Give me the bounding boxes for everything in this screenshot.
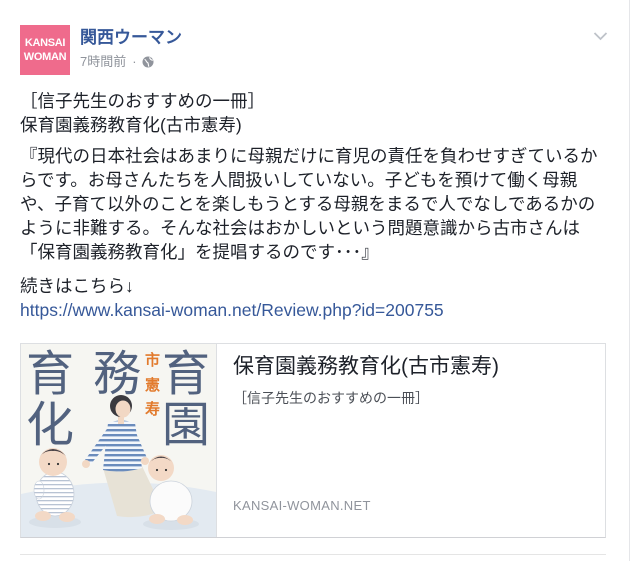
cover-author-glyph: 憲 xyxy=(144,376,160,394)
baby-left-leg xyxy=(35,511,51,521)
post-message: ［信子先生のおすすめの一冊］ 保育園義務教育化(古市憲寿) 『現代の日本社会はあ… xyxy=(20,89,620,322)
post-text-line: ように非難する。そんな社会はおかしいという問題意識から古市さんは xyxy=(20,218,580,238)
review-link[interactable]: https://www.kansai-woman.net/Review.php?… xyxy=(20,300,444,320)
post-text-line: らです。お母さんたちを人間扱いしていない。子どもを預けて働く母親 xyxy=(20,170,578,190)
baby-right-leg xyxy=(149,514,165,524)
baby-left-leg xyxy=(59,512,75,522)
book-cover-image: 育 務 育 化 園 市 憲 寿 xyxy=(21,344,216,537)
post-text-line: 「保育園義務教育化」を提唱するのです･･･』 xyxy=(20,242,379,262)
post-text-line: や、子育て以外のことを楽しもうとする母親をまるで人でなしであるかの xyxy=(20,194,596,214)
cover-title-glyph: 化 xyxy=(26,397,74,453)
post-text-line: ［信子先生のおすすめの一冊］ xyxy=(20,91,265,111)
mother-hand-left xyxy=(82,460,90,468)
link-preview-title[interactable]: 保育園義務教育化(古市憲寿) xyxy=(233,354,499,380)
link-preview-description: ［信子先生のおすすめの一冊］ xyxy=(233,390,429,406)
read-more-label: 続きはこちら↓ xyxy=(20,276,134,296)
baby-left-head xyxy=(39,448,67,476)
page-avatar[interactable]: KANSAI WOMAN xyxy=(20,25,70,75)
link-preview-image[interactable]: 育 務 育 化 園 市 憲 寿 xyxy=(21,344,217,537)
post-timestamp[interactable]: 7時間前 xyxy=(80,54,126,70)
post-meta: 7時間前 · xyxy=(80,54,154,70)
cover-author-glyph: 市 xyxy=(145,351,160,369)
chevron-down-icon[interactable] xyxy=(593,31,608,42)
avatar-logo-line: KANSAI xyxy=(24,37,66,49)
mother-face xyxy=(115,400,131,418)
baby-right-leg xyxy=(177,515,193,525)
post-footer-divider xyxy=(20,554,606,555)
meta-separator: · xyxy=(132,54,137,69)
cover-title-glyph: 育 xyxy=(162,346,210,402)
baby-left-eye xyxy=(56,462,60,466)
cover-author: 市 憲 寿 xyxy=(144,351,160,418)
baby-left-eye xyxy=(47,462,51,466)
cover-title-glyph: 育 xyxy=(26,346,74,402)
baby-right-head xyxy=(148,455,174,481)
link-preview-card[interactable]: 育 務 育 化 園 市 憲 寿 保育園義務教育化(古市憲寿) ［信子先生のおすす… xyxy=(20,343,606,538)
page-name-link[interactable]: 関西ウーマン xyxy=(80,28,182,48)
cover-title-glyph: 務 xyxy=(93,346,141,402)
facebook-post: KANSAI WOMAN 関西ウーマン 7時間前 · ［信子先生のおすすめの一冊… xyxy=(0,0,630,561)
baby-right-eye xyxy=(155,468,159,472)
mother-hand-right xyxy=(141,457,149,465)
globe-icon xyxy=(142,56,154,68)
link-preview-domain: KANSAI-WOMAN.NET xyxy=(233,498,371,513)
post-text-line: 保育園義務教育化(古市憲寿) xyxy=(20,115,242,135)
cover-author-glyph: 寿 xyxy=(145,400,160,418)
post-quote: 『現代の日本社会はあまりに母親だけに育児の責任を負わせすぎているか らです。お母… xyxy=(20,144,620,264)
post-intro: ［信子先生のおすすめの一冊］ 保育園義務教育化(古市憲寿) xyxy=(20,89,620,137)
cover-title-glyph: 園 xyxy=(162,397,210,453)
baby-left-arm xyxy=(33,480,45,500)
avatar-logo-line: WOMAN xyxy=(23,51,67,63)
post-text-line: 『現代の日本社会はあまりに母親だけに育児の責任を負わせすぎているか xyxy=(20,146,598,166)
link-preview-text[interactable]: 保育園義務教育化(古市憲寿) ［信子先生のおすすめの一冊］ KANSAI-WOM… xyxy=(217,344,605,537)
baby-right-eye xyxy=(164,468,168,472)
post-more: 続きはこちら↓ https://www.kansai-woman.net/Rev… xyxy=(20,274,620,322)
